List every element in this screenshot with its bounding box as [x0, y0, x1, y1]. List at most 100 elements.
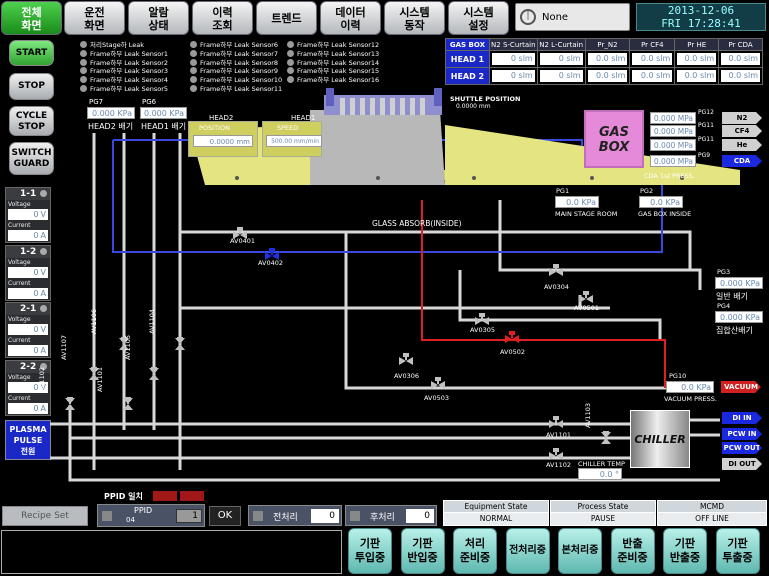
chiller-port: DI OUT — [722, 458, 762, 470]
pg4-label: 집합산배기 — [716, 326, 753, 335]
pg2-tag: PG2 — [640, 187, 654, 195]
valve-label: AV0401 — [230, 237, 256, 245]
valve-av1102[interactable] — [548, 447, 564, 461]
head1-label: SPEED — [277, 124, 299, 132]
pg2-value: 0.0 KPa — [639, 196, 683, 208]
ppid-value[interactable]: 1 — [176, 509, 202, 523]
ppid-sub: 04 — [126, 516, 135, 524]
valve-label: AV0306 — [394, 372, 420, 380]
chiller-port: DI IN — [722, 412, 762, 424]
pre-process-value[interactable]: 0 — [311, 509, 339, 523]
process-step-button-2[interactable]: 처리 준비중 — [453, 528, 497, 574]
ppid-match-label: PPID 일치 — [104, 492, 143, 501]
ppid-label: PPID — [134, 506, 153, 515]
pg4-value: 0.000 KPa — [715, 311, 763, 323]
valve-label: AV1102 — [546, 461, 572, 469]
post-process-value[interactable]: 0 — [406, 509, 434, 523]
pre-process-box: 전처리 0 — [248, 505, 342, 526]
valve-label: AV1107 — [60, 334, 68, 360]
gas-pg-tag: PG11 — [698, 122, 714, 129]
process-step-button-7[interactable]: 기판 투출중 — [715, 528, 760, 574]
shuttle-label: SHUTTLE POSITION — [450, 95, 521, 103]
head1-panel: HEAD1 SPEED 500.00 mm/min — [262, 114, 322, 157]
process-step-button-4[interactable]: 본처리중 — [558, 528, 602, 574]
ppid-ok-button[interactable]: OK — [209, 506, 241, 526]
ppid-match-indicator-1 — [153, 491, 177, 501]
state-value: OFF LINE — [658, 513, 766, 525]
chiller-port: PCW OUT — [722, 442, 762, 454]
valve-av0306[interactable] — [398, 352, 414, 366]
valve-av1105[interactable] — [146, 366, 162, 380]
gas-output-he: He — [722, 139, 762, 151]
process-step-button-1[interactable]: 기판 반입중 — [400, 528, 445, 574]
glass-absorb-label: GLASS ABSORB(INSIDE) — [372, 219, 462, 228]
valve-av0305[interactable] — [474, 312, 490, 326]
valve-av1101[interactable] — [120, 396, 136, 410]
state-title: Process State — [551, 501, 655, 513]
pg10-label: VACUUM PRESS. — [664, 395, 717, 403]
head2-panel: HEAD2 POSITION 0.0000 mm — [188, 114, 258, 157]
head2-title: HEAD2 — [209, 114, 234, 122]
gas-pressure-value: 0.000 MPa — [650, 139, 696, 151]
pg1-tag: PG1 — [556, 187, 570, 195]
valve-av1101[interactable] — [548, 415, 564, 429]
valve-av0502[interactable] — [504, 330, 520, 344]
valve-label: AV1101 — [546, 431, 572, 439]
pg3-label: 일반 배기 — [716, 292, 748, 301]
gas-pressure-value: 0.000 MPa — [650, 112, 696, 124]
post-process-label: 후처리 — [370, 513, 395, 523]
chiller-temp-label: CHILLER TEMP — [578, 460, 625, 468]
gas-box: GAS BOX — [584, 110, 644, 168]
state-title: MCMD — [658, 501, 766, 513]
valve-label: AV0304 — [544, 283, 570, 291]
process-step-button-3[interactable]: 전처리중 — [505, 528, 550, 574]
state-title: Equipment State — [444, 501, 548, 513]
valve-label: AV0501 — [574, 304, 600, 312]
valve-label: AV1101 — [96, 366, 104, 392]
pre-process-label: 전처리 — [273, 513, 298, 523]
post-process-checkbox[interactable] — [350, 511, 360, 521]
pg4-tag: PG4 — [717, 302, 731, 310]
pg3-value: 0.000 KPa — [715, 277, 763, 289]
pg1-label: MAIN STAGE ROOM — [555, 210, 618, 218]
ppid-checkbox[interactable] — [102, 511, 112, 521]
valve-label: AV1105 — [124, 334, 132, 360]
process-step-button-6[interactable]: 기판 반출중 — [663, 528, 707, 574]
chiller-unit: CHILLER — [630, 410, 690, 468]
valve-label: AV1106 — [90, 308, 98, 334]
gas-output-cda: CDA — [722, 155, 762, 167]
valve-label: AV1103 — [584, 402, 592, 428]
head2-value: 0.0000 mm — [193, 135, 253, 147]
ppid-match-indicator-2 — [180, 491, 204, 501]
cda-label: CDA 1st PRESS. — [644, 172, 695, 180]
state-1: Process State PAUSE — [550, 500, 656, 526]
pg10-value: 0.0 KPa — [666, 381, 714, 393]
pg1-value: 0.0 KPa — [555, 196, 599, 208]
pg2-label: GAS BOX INSIDE — [638, 210, 692, 218]
process-step-button-0[interactable]: 기판 투입중 — [348, 528, 392, 574]
process-step-button-5[interactable]: 반출 준비중 — [610, 528, 655, 574]
valve-label: AV1102 — [38, 366, 46, 392]
head1-title: HEAD1 — [291, 114, 316, 122]
valve-label: AV0402 — [258, 259, 284, 267]
pre-process-checkbox[interactable] — [253, 511, 263, 521]
head1-value: 500.00 mm/min — [266, 135, 322, 147]
recipe-set-button[interactable]: Recipe Set — [2, 506, 88, 526]
pg10-tag: PG10 — [669, 372, 687, 380]
valve-av0501[interactable] — [578, 290, 594, 304]
gas-output-n2: N2 — [722, 112, 762, 124]
ppid-box: PPID 04 1 — [97, 504, 205, 527]
valve-av0503[interactable] — [430, 376, 446, 390]
valve-label: AV0502 — [500, 348, 526, 356]
valve-av0304[interactable] — [548, 263, 564, 277]
valve-av1103[interactable] — [598, 430, 614, 444]
valve-label: AV0503 — [424, 394, 450, 402]
valve-label: AV0305 — [470, 326, 496, 334]
valve-av1104[interactable] — [172, 336, 188, 350]
gas-output-cf4: CF4 — [722, 125, 762, 137]
gas-pressure-value: 0.000 MPa — [650, 125, 696, 137]
state-0: Equipment State NORMAL — [443, 500, 549, 526]
gas-pg-tag: PG9 — [698, 152, 711, 159]
chiller-temp-value: 0.0 ° — [578, 468, 622, 480]
valve-av1102[interactable] — [62, 396, 78, 410]
